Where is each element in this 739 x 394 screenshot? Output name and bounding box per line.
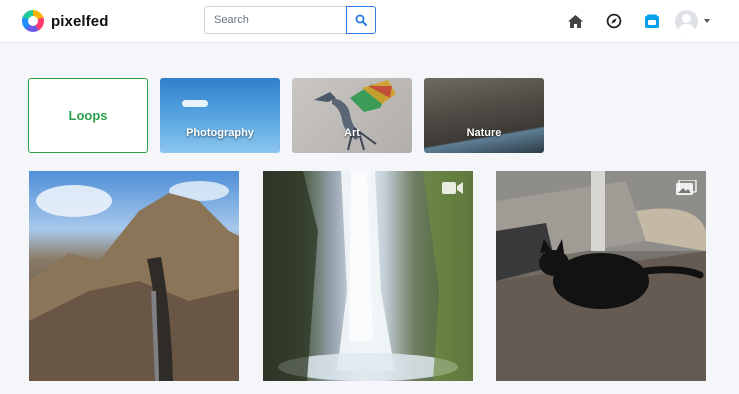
search-icon bbox=[355, 14, 367, 26]
pixelfed-logo bbox=[22, 10, 44, 32]
category-art[interactable]: Art bbox=[292, 78, 412, 153]
mountain-photo bbox=[29, 181, 239, 381]
video-badge bbox=[441, 179, 465, 197]
notifications-button[interactable] bbox=[642, 11, 662, 31]
cloud-shape bbox=[182, 100, 208, 107]
search-form bbox=[204, 6, 376, 34]
compass-icon bbox=[606, 13, 622, 29]
category-nature[interactable]: Nature bbox=[424, 78, 544, 153]
home-button[interactable] bbox=[565, 11, 585, 31]
cat-photo bbox=[496, 171, 706, 381]
notifications-icon bbox=[645, 14, 659, 28]
chevron-down-icon bbox=[704, 19, 710, 23]
category-label: Art bbox=[344, 127, 360, 139]
home-icon bbox=[567, 14, 583, 28]
post-tile-cat[interactable] bbox=[496, 171, 706, 381]
search-button[interactable] bbox=[346, 6, 376, 34]
profile-menu[interactable] bbox=[675, 9, 715, 33]
avatar bbox=[675, 9, 698, 33]
album-badge bbox=[674, 179, 698, 197]
category-label: Nature bbox=[466, 127, 502, 139]
waterfall-photo bbox=[263, 171, 473, 381]
images-icon bbox=[676, 180, 697, 195]
brand-link[interactable]: pixelfed bbox=[22, 9, 108, 33]
brand-name: pixelfed bbox=[51, 12, 109, 30]
post-tile-waterfall[interactable] bbox=[263, 171, 473, 381]
dragon-drawing bbox=[314, 80, 396, 151]
category-photography[interactable]: Photography bbox=[160, 78, 280, 153]
post-tile-mountain[interactable] bbox=[29, 171, 239, 381]
video-camera-icon bbox=[442, 182, 463, 194]
top-navbar: pixelfed bbox=[0, 0, 739, 43]
discover-button[interactable] bbox=[604, 11, 624, 31]
search-input[interactable] bbox=[204, 6, 346, 34]
category-loops[interactable]: Loops bbox=[28, 78, 148, 153]
category-label: Photography bbox=[186, 127, 254, 139]
category-label: Loops bbox=[68, 108, 108, 123]
